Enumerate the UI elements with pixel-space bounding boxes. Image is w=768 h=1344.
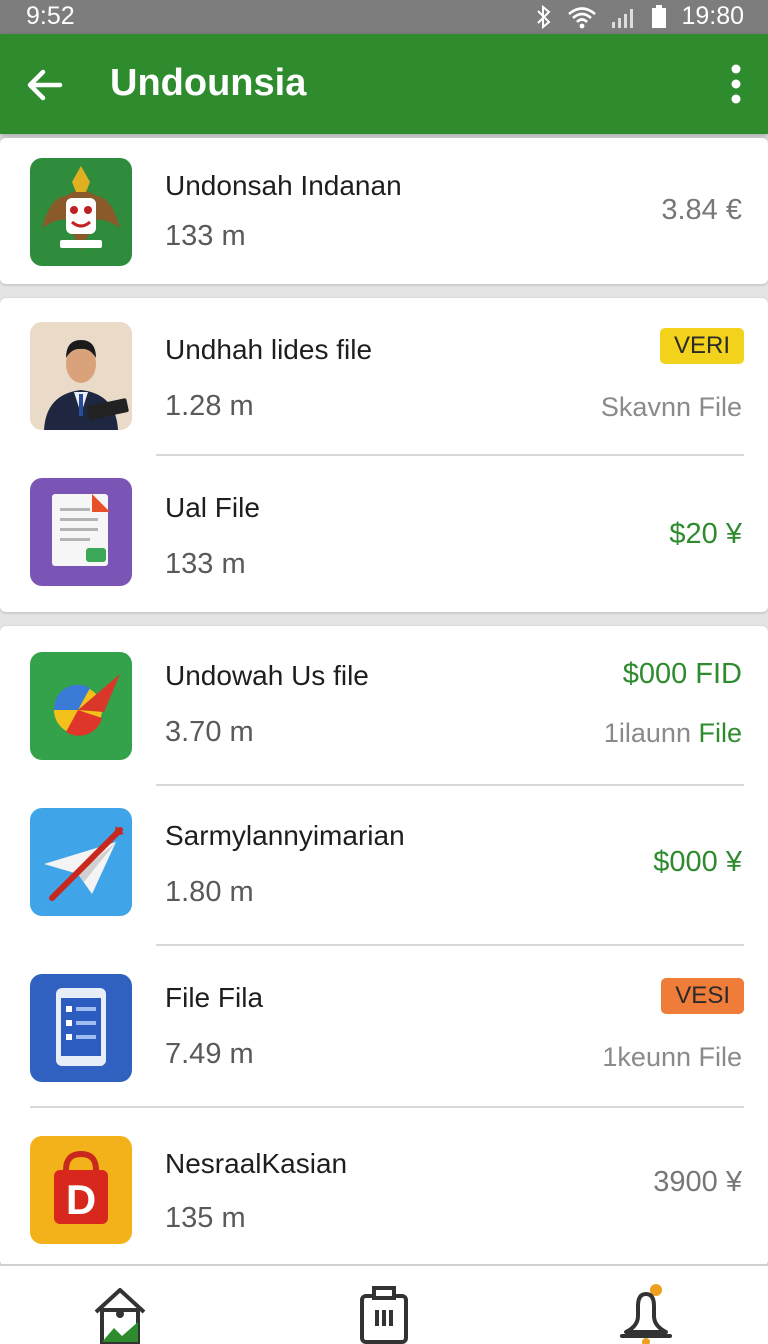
man-with-tablet-photo: [30, 322, 132, 430]
list-item[interactable]: Sarmylannyimarian 1.80 m $000 ¥: [0, 786, 768, 942]
wifi-icon: [567, 5, 597, 29]
paper-plane-icon: [30, 808, 132, 916]
file-card-3: Undowah Us file 3.70 m $000 FID 1ilaunn …: [0, 626, 768, 1266]
list-item[interactable]: Undhah lides file 1.28 m VERI Skavnn Fil…: [0, 298, 768, 454]
item-file-type: 1keunn File: [602, 1042, 742, 1072]
page-title: Undounsia: [110, 62, 307, 104]
item-file-count: 1ilaunn: [603, 718, 691, 748]
item-name: NesraalKasian: [165, 1148, 348, 1179]
storage-icon[interactable]: [354, 1282, 414, 1344]
item-price: 3.84 €: [661, 194, 742, 226]
item-size: 3.70 m: [165, 716, 254, 748]
list-item[interactable]: Ual File 133 m $20 ¥: [0, 456, 768, 612]
home-icon[interactable]: [90, 1282, 150, 1344]
battery-icon: [651, 4, 667, 29]
tablet-checklist-icon: [30, 974, 132, 1082]
file-card-1: Undonsah Indanan 133 m 3.84 €: [0, 138, 768, 284]
list-item[interactable]: File Fila 7.49 m VESI 1keunn File: [0, 946, 768, 1102]
item-name: Ual File: [165, 492, 260, 523]
item-size: 1.28 m: [165, 390, 254, 422]
status-bar: 9:52 19:80: [0, 0, 768, 34]
document-file-icon: [30, 478, 132, 586]
item-name: Undhah lides file: [165, 334, 373, 365]
app-bar: Undounsia: [0, 34, 768, 134]
item-name: Undowah Us file: [165, 660, 369, 691]
item-file-type: Skavnn File: [600, 392, 742, 422]
status-time-right: 19:80: [681, 2, 744, 30]
shopping-bag-d-icon: D: [30, 1136, 132, 1244]
item-size: 1.80 m: [165, 876, 254, 908]
bottom-nav: [0, 1264, 768, 1344]
item-file-type: 1ilaunn File: [604, 718, 742, 749]
item-price: $20 ¥: [669, 518, 742, 550]
compass-arrow-icon: [30, 652, 132, 760]
status-time-left: 9:52: [26, 2, 75, 30]
item-name: Undonsah Indanan: [165, 170, 402, 201]
list-item[interactable]: D NesraalKasian 135 m 3900 ¥: [0, 1108, 768, 1266]
item-size: 135 m: [165, 1202, 246, 1234]
item-name: Sarmylannyimarian: [165, 820, 405, 851]
item-price: $000 FID: [622, 658, 742, 690]
file-card-2: Undhah lides file 1.28 m VERI Skavnn Fil…: [0, 298, 768, 612]
item-size: 7.49 m: [165, 1038, 254, 1070]
back-arrow-icon[interactable]: [22, 62, 68, 108]
bluetooth-icon: [535, 4, 553, 29]
item-name: File Fila: [165, 982, 264, 1013]
notification-bell-icon[interactable]: [616, 1282, 676, 1344]
item-price: 3900 ¥: [653, 1166, 742, 1198]
signal-icon: [611, 6, 637, 28]
status-badge: VERI: [659, 328, 744, 364]
status-badge: VESI: [661, 978, 744, 1014]
item-size: 133 m: [165, 220, 246, 252]
list-item[interactable]: Undowah Us file 3.70 m $000 FID 1ilaunn …: [0, 626, 768, 782]
svg-text:D: D: [66, 1176, 96, 1223]
garuda-emblem-icon: [30, 158, 132, 266]
more-options-icon[interactable]: [730, 64, 742, 104]
item-size: 133 m: [165, 548, 246, 580]
item-file-label: File: [698, 718, 742, 748]
list-item[interactable]: Undonsah Indanan 133 m 3.84 €: [0, 138, 768, 284]
item-price: $000 ¥: [653, 846, 742, 878]
